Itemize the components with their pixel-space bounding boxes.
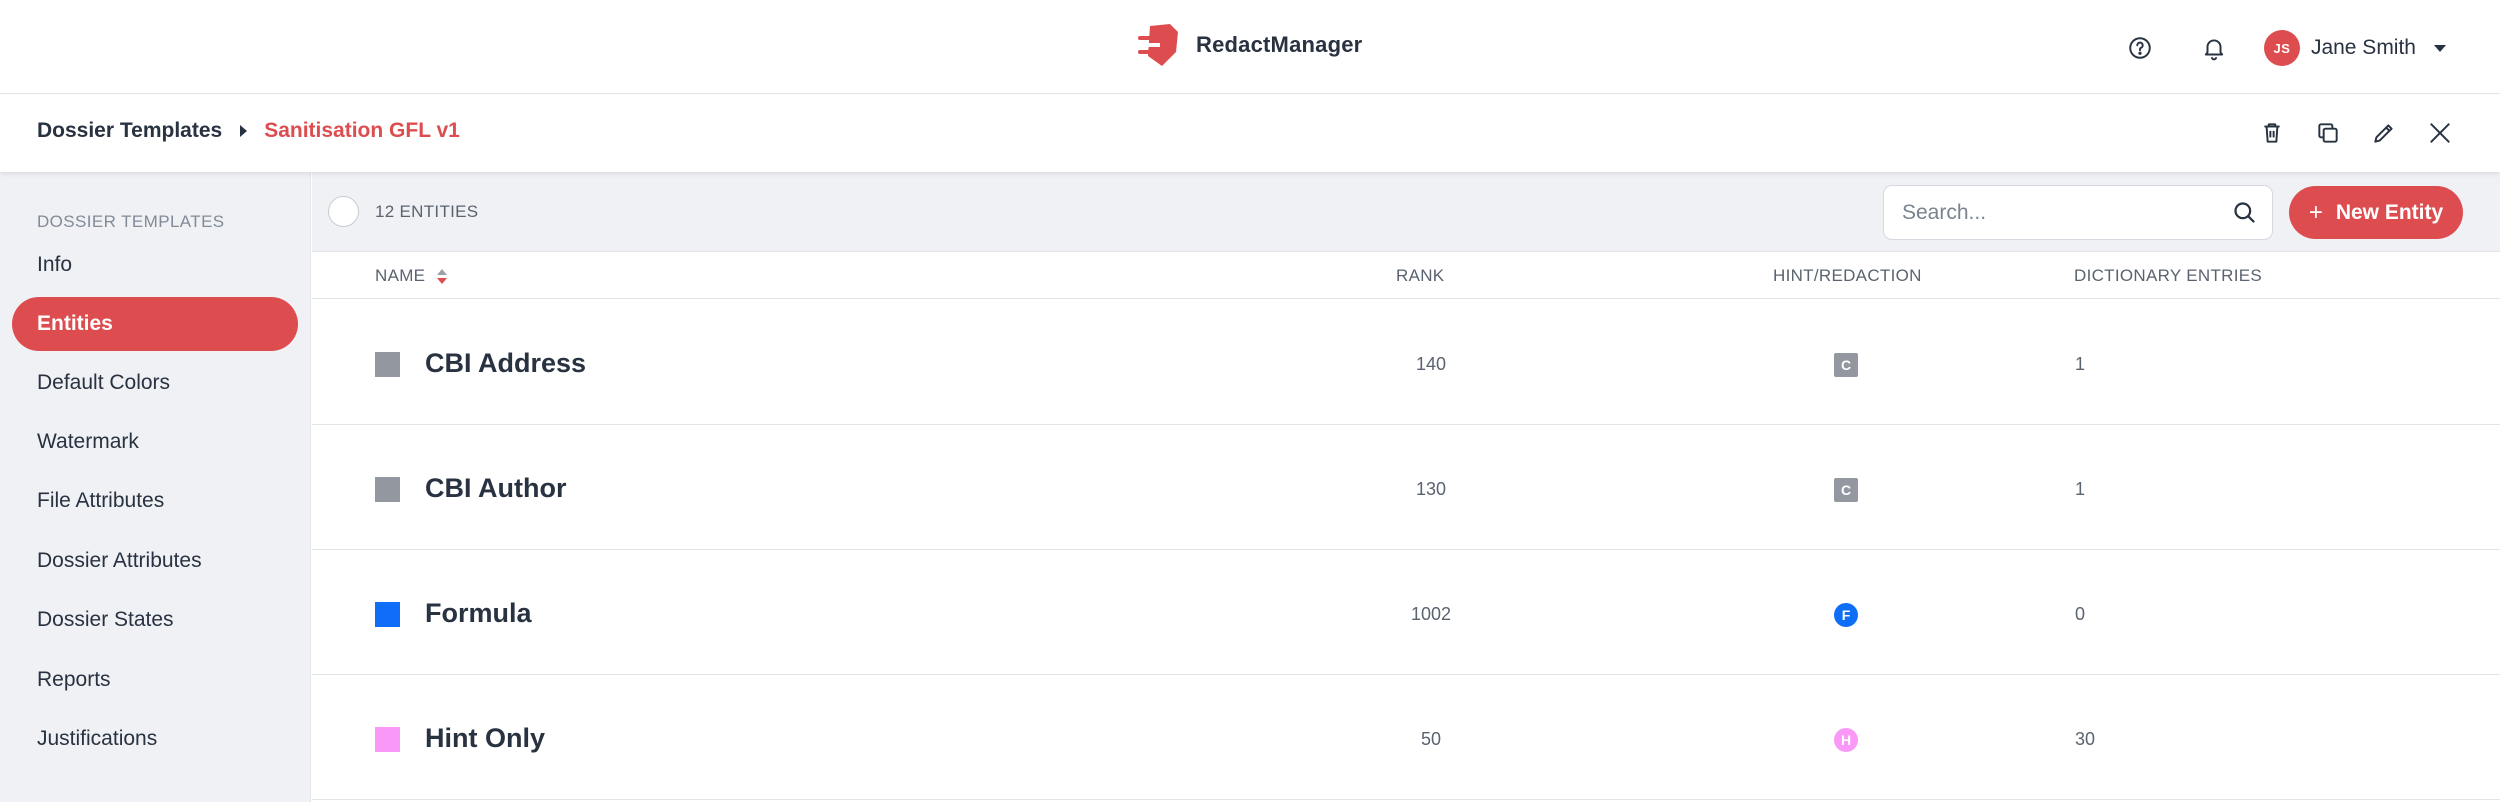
sidebar-heading: DOSSIER TEMPLATES [37, 212, 225, 231]
sidebar-item-dossier-states[interactable]: Dossier States [12, 593, 298, 647]
entity-name: Formula [425, 598, 532, 628]
caret-down-icon [2434, 44, 2446, 52]
entity-rank: 130 [1415, 479, 1447, 499]
search-icon[interactable] [2231, 199, 2258, 226]
entity-count: 12 ENTITIES [375, 202, 479, 221]
app-logo[interactable]: RedactManager [1136, 22, 1362, 68]
breadcrumb: Dossier Templates Sanitisation GFL v1 [37, 119, 460, 143]
column-header-hint-redaction[interactable]: HINT/REDACTION [1773, 266, 1922, 286]
dictionary-entries-count: 0 [2075, 604, 2086, 624]
copy-icon [2318, 123, 2338, 143]
entity-name: CBI Address [425, 348, 587, 378]
caret-right-icon [240, 125, 248, 137]
trash-icon [2264, 123, 2280, 143]
new-entity-label: New Entity [2335, 200, 2444, 224]
entities-list: 12 ENTITIES + New Entity NAME RANK HINT/… [312, 172, 2500, 802]
breadcrumb-current-template[interactable]: Sanitisation GFL v1 [264, 119, 460, 143]
user-name: Jane Smith [2310, 36, 2416, 59]
duplicate-template-button[interactable] [2308, 113, 2348, 153]
hint-type-badge: C [1834, 353, 1858, 377]
column-header-name[interactable]: NAME [375, 266, 448, 286]
table-header: NAME RANK HINT/REDACTION DICTIONARY ENTR… [312, 252, 2500, 299]
sidebar-item-info[interactable]: Info [12, 238, 298, 292]
entity-rank: 140 [1415, 354, 1447, 374]
close-button[interactable] [2420, 113, 2460, 153]
edit-icon [2374, 124, 2393, 143]
search-input[interactable] [1884, 186, 2214, 239]
dictionary-entries-count: 30 [2075, 729, 2096, 749]
sidebar-item-justifications[interactable]: Justifications [12, 712, 298, 766]
column-header-dictionary-entries[interactable]: DICTIONARY ENTRIES [2074, 266, 2262, 286]
column-header-rank[interactable]: RANK [1396, 266, 1444, 286]
entity-color-swatch [375, 477, 400, 502]
select-all-checkbox[interactable] [328, 196, 359, 227]
sidebar-item-dossier-attributes[interactable]: Dossier Attributes [12, 534, 298, 588]
avatar: JS [2263, 30, 2300, 66]
table-body: CBI Address 140 C 1 CBI Author 130 C 1 F… [312, 300, 2500, 800]
table-row[interactable]: CBI Address 140 C 1 [312, 300, 2500, 425]
sidebar-item-watermark[interactable]: Watermark [12, 415, 298, 469]
table-row[interactable]: CBI Author 130 C 1 [312, 425, 2500, 550]
dictionary-entries-count: 1 [2075, 354, 2086, 374]
column-header-name-label: NAME [375, 266, 426, 285]
entity-color-swatch [375, 602, 400, 627]
help-circle-icon [2129, 37, 2151, 59]
hint-type-badge: F [1834, 603, 1858, 627]
sort-icon [437, 268, 448, 284]
list-toolbar: 12 ENTITIES + New Entity [312, 172, 2500, 252]
entity-rank: 50 [1420, 729, 1442, 749]
table-row[interactable]: Formula 1002 F 0 [312, 550, 2500, 675]
entity-rank: 1002 [1410, 604, 1452, 624]
sidebar-item-file-attributes[interactable]: File Attributes [12, 474, 298, 528]
entity-name: Hint Only [425, 723, 545, 753]
table-row[interactable]: Hint Only 50 H 30 [312, 675, 2500, 800]
breadcrumb-dossier-templates[interactable]: Dossier Templates [37, 119, 222, 143]
search-box [1883, 185, 2273, 240]
sidebar-item-reports[interactable]: Reports [12, 653, 298, 707]
entity-color-swatch [375, 727, 400, 752]
sidebar: DOSSIER TEMPLATES Info Entities Default … [0, 172, 311, 802]
app-name: RedactManager [1196, 32, 1363, 57]
entity-color-swatch [375, 352, 400, 377]
sidebar-item-entities[interactable]: Entities [12, 297, 298, 351]
redactmanager-logo-icon [1138, 24, 1178, 66]
sidebar-item-default-colors[interactable]: Default Colors [12, 356, 298, 410]
dictionary-entries-count: 1 [2075, 479, 2086, 499]
top-bar: RedactManager JS Jane Smith [0, 0, 2500, 94]
edit-template-button[interactable] [2364, 113, 2404, 153]
hint-type-badge: C [1834, 478, 1858, 502]
user-menu[interactable]: JS Jane Smith [2263, 30, 2446, 66]
notifications-button[interactable] [2194, 28, 2234, 68]
breadcrumb-bar: Dossier Templates Sanitisation GFL v1 [0, 95, 2500, 172]
bell-icon [2204, 39, 2224, 61]
hint-type-badge: H [1834, 728, 1858, 752]
delete-template-button[interactable] [2252, 113, 2292, 153]
entity-name: CBI Author [425, 473, 567, 503]
new-entity-button[interactable]: + New Entity [2289, 186, 2463, 239]
help-button[interactable] [2120, 28, 2160, 68]
close-icon [2430, 123, 2450, 143]
plus-icon: + [2308, 198, 2323, 226]
